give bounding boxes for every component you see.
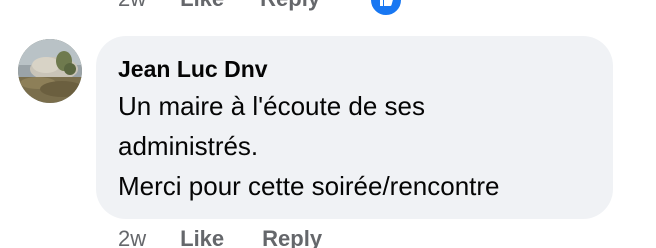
previous-comment-like-button[interactable]: Like bbox=[180, 0, 224, 12]
comment-thread: 2w Like Reply Jea bbox=[0, 0, 656, 248]
reply-button[interactable]: Reply bbox=[262, 226, 322, 248]
previous-comment-reply-button[interactable]: Reply bbox=[260, 0, 320, 12]
like-button[interactable]: Like bbox=[180, 226, 224, 248]
comment-author[interactable]: Jean Luc Dnv bbox=[118, 54, 591, 84]
previous-comment-timestamp[interactable]: 2w bbox=[118, 0, 146, 12]
comment-text-line: Un maire à l'écoute de ses bbox=[118, 91, 426, 121]
previous-comment-actions: 2w Like Reply bbox=[118, 0, 364, 12]
avatar[interactable] bbox=[18, 39, 82, 103]
comment-actions: 2w Like Reply bbox=[118, 226, 322, 248]
comment-text-line: Merci pour cette soirée/rencontre bbox=[118, 171, 500, 201]
avatar-image bbox=[18, 39, 82, 103]
comment-bubble: Jean Luc Dnv Un maire à l'écoute de ses … bbox=[96, 36, 613, 219]
comment-text-line: administrés. bbox=[118, 131, 259, 161]
comment-timestamp[interactable]: 2w bbox=[118, 226, 146, 248]
thumbs-up-glyph bbox=[380, 0, 393, 6]
thumbs-up-icon[interactable] bbox=[368, 0, 404, 18]
comment-text: Un maire à l'écoute de ses administrés. … bbox=[118, 86, 588, 206]
